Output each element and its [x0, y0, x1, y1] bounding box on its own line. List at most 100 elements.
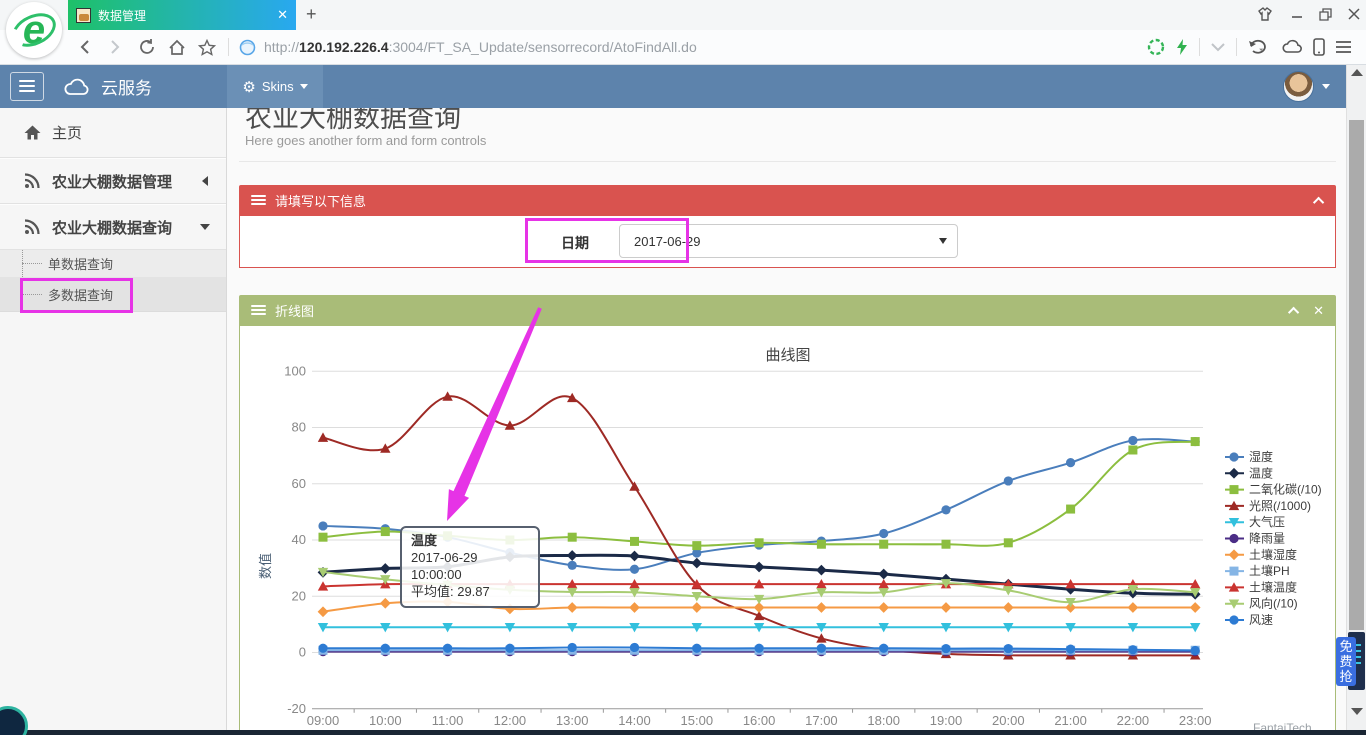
- chart-panel-title: 折线图: [275, 301, 1291, 320]
- cloud-icon: [62, 77, 92, 97]
- refresh-icon[interactable]: [138, 38, 156, 56]
- mobile-icon[interactable]: [1313, 38, 1325, 56]
- window-bottom-edge: [0, 730, 1366, 735]
- close-window-icon[interactable]: [1348, 8, 1360, 20]
- rss-icon: [24, 173, 40, 189]
- tree-line: [22, 263, 42, 264]
- url-path: :3004/FT_SA_Update/sensorrecord/AtoFindA…: [389, 39, 697, 55]
- close-panel-icon[interactable]: ✕: [1313, 303, 1324, 319]
- svg-text:-20: -20: [287, 701, 306, 716]
- svg-text:20:00: 20:00: [992, 713, 1025, 728]
- chevron-left-icon: [202, 176, 208, 186]
- address-bar[interactable]: http://120.192.226.4:3004/FT_SA_Update/s…: [239, 39, 1147, 56]
- sidebar-item-data-manage[interactable]: 农业大棚数据管理: [0, 158, 226, 204]
- annotation-box-date: [525, 218, 689, 263]
- chart-panel: 折线图 ✕ 曲线图数值100806040200-2009:0010:0011:0…: [239, 295, 1336, 735]
- sidebar-item-label: 农业大棚数据管理: [52, 171, 172, 192]
- sidebar-subitem-single-query[interactable]: 单数据查询: [0, 250, 226, 277]
- form-panel-body: 日期 2017-06-29: [239, 216, 1336, 268]
- form-panel-header[interactable]: 请填写以下信息: [239, 185, 1336, 216]
- tooltip-series: 温度: [411, 533, 529, 550]
- scrollbar-thumb[interactable]: [1349, 120, 1364, 630]
- chevron-down-icon: [200, 224, 210, 230]
- skins-label: Skins: [262, 79, 294, 94]
- svg-text:温度: 温度: [1249, 465, 1273, 480]
- tab-close-icon[interactable]: ✕: [277, 7, 288, 23]
- site-globe-icon: [239, 39, 256, 56]
- svg-text:23:00: 23:00: [1179, 713, 1212, 728]
- minimize-icon[interactable]: [1291, 8, 1303, 20]
- favorite-star-icon[interactable]: [198, 39, 216, 56]
- app-brand: 云服务: [62, 65, 152, 108]
- svg-text:大气压: 大气压: [1249, 514, 1285, 529]
- skin-shirt-icon[interactable]: [1255, 6, 1275, 22]
- toolbar-expand-icon[interactable]: [1210, 39, 1226, 55]
- user-avatar[interactable]: [1283, 71, 1314, 102]
- cloud-sync-icon[interactable]: [1281, 39, 1303, 55]
- svg-text:二氧化碳(/10): 二氧化碳(/10): [1249, 483, 1322, 497]
- page: e 数据管理 ✕ + http://120.192.226.4:3004/FT_…: [0, 0, 1366, 735]
- sidebar-subitem-label: 单数据查询: [48, 254, 113, 273]
- svg-text:15:00: 15:00: [681, 713, 714, 728]
- svg-text:土壤湿度: 土壤湿度: [1249, 547, 1297, 562]
- user-menu-chevron-icon[interactable]: [1322, 84, 1330, 89]
- scroll-down-icon[interactable]: [1351, 708, 1363, 715]
- svg-text:10:00: 10:00: [369, 713, 402, 728]
- url-protocol: http://: [264, 39, 299, 55]
- brand-label: 云服务: [101, 74, 152, 99]
- annotation-box-sidebar: [20, 278, 133, 313]
- app-navbar: 云服务 ⚙ Skins: [0, 65, 1366, 108]
- skins-menu[interactable]: ⚙ Skins: [227, 65, 323, 108]
- svg-text:60: 60: [292, 476, 306, 491]
- browser-logo[interactable]: e: [6, 2, 62, 58]
- browser-tab[interactable]: 数据管理 ✕: [68, 0, 296, 30]
- svg-text:12:00: 12:00: [494, 713, 527, 728]
- undo-icon[interactable]: [1247, 38, 1271, 56]
- browser-chrome: e 数据管理 ✕ + http://120.192.226.4:3004/FT_…: [0, 0, 1366, 65]
- svg-text:18:00: 18:00: [867, 713, 900, 728]
- main-content: 农业大棚数据查询 Here goes another form and form…: [227, 108, 1346, 735]
- restore-icon[interactable]: [1319, 8, 1332, 21]
- svg-text:土壤温度: 土壤温度: [1249, 579, 1297, 594]
- promo-badge[interactable]: 免费抢: [1336, 637, 1356, 686]
- home-icon[interactable]: [168, 39, 186, 56]
- svg-text:土壤PH: 土壤PH: [1249, 563, 1290, 578]
- svg-text:降雨量: 降雨量: [1249, 532, 1285, 546]
- form-panel-title: 请填写以下信息: [275, 191, 1316, 210]
- sidebar-item-data-query[interactable]: 农业大棚数据查询: [0, 204, 226, 250]
- sidebar-item-label: 主页: [52, 122, 82, 143]
- scroll-up-icon[interactable]: [1351, 69, 1363, 76]
- tab-title: 数据管理: [98, 7, 277, 24]
- gear-icon: ⚙: [242, 78, 255, 96]
- chart-legend: [1225, 452, 1244, 624]
- svg-text:19:00: 19:00: [930, 713, 963, 728]
- chart-panel-header[interactable]: 折线图 ✕: [239, 295, 1336, 326]
- svg-text:21:00: 21:00: [1054, 713, 1087, 728]
- svg-text:13:00: 13:00: [556, 713, 589, 728]
- svg-text:湿度: 湿度: [1249, 449, 1273, 464]
- svg-text:20: 20: [292, 588, 306, 603]
- sidebar-toggle-button[interactable]: [10, 72, 44, 101]
- menu-icon[interactable]: [1335, 40, 1352, 54]
- speed-bolt-icon[interactable]: [1175, 38, 1189, 56]
- svg-text:17:00: 17:00: [805, 713, 838, 728]
- svg-text:14:00: 14:00: [618, 713, 651, 728]
- chevron-down-icon: [300, 84, 308, 89]
- svg-text:风速: 风速: [1249, 613, 1273, 627]
- url-host: 120.192.226.4: [299, 39, 389, 55]
- svg-text:风向(/10): 风向(/10): [1249, 596, 1298, 611]
- page-scrollbar[interactable]: [1346, 65, 1366, 735]
- divider: [239, 161, 1336, 162]
- svg-text:80: 80: [292, 420, 306, 435]
- forward-icon[interactable]: [108, 39, 122, 55]
- svg-text:11:00: 11:00: [432, 713, 464, 728]
- panel-menu-icon: [251, 195, 266, 207]
- screenshot-icon[interactable]: [1147, 38, 1165, 56]
- sidebar-item-home[interactable]: 主页: [0, 108, 226, 158]
- home-icon: [24, 125, 41, 140]
- svg-text:曲线图: 曲线图: [765, 347, 810, 364]
- back-icon[interactable]: [78, 39, 92, 55]
- new-tab-button[interactable]: +: [306, 4, 317, 25]
- svg-text:40: 40: [292, 532, 306, 547]
- sidebar: 主页 农业大棚数据管理 农业大棚数据查询 单数据查询 多数据查询: [0, 108, 227, 735]
